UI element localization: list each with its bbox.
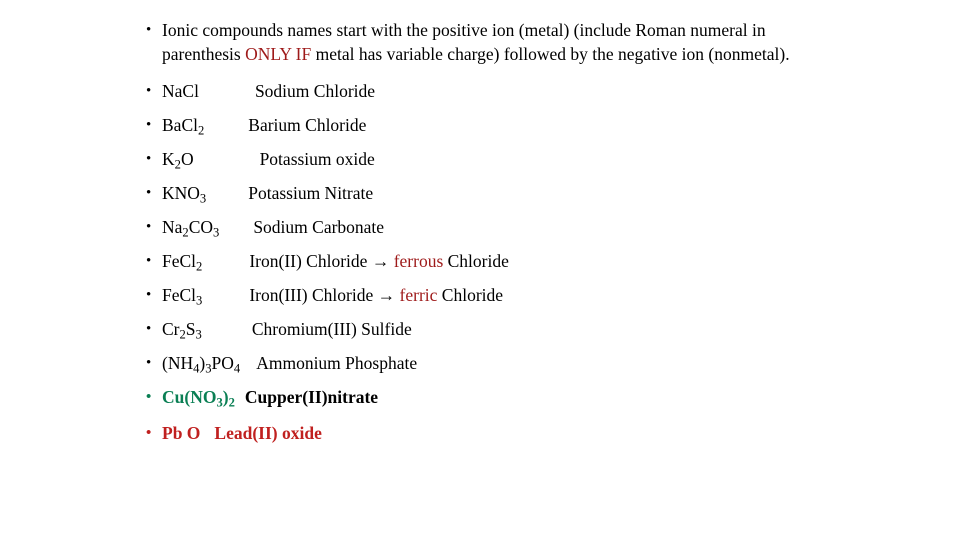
formula-text: BaCl bbox=[162, 115, 198, 135]
slide-canvas: • Ionic compounds names start with the p… bbox=[0, 0, 960, 540]
formula-subscript-mid: 2 bbox=[228, 395, 235, 410]
bullet-marker-icon: • bbox=[146, 22, 152, 38]
common-name-emphasis: ferric bbox=[399, 285, 438, 305]
formula-text: NaCl bbox=[162, 81, 199, 101]
bullet-cr2s3: • Cr2S3 Chromium(III) Sulfide bbox=[140, 317, 840, 341]
bullet-marker-icon: • bbox=[146, 287, 152, 303]
compound-row: BaCl2 Barium Chloride bbox=[162, 113, 840, 137]
formula-na2co3: Na2CO3 bbox=[162, 215, 219, 239]
bullet-marker-icon: • bbox=[146, 185, 152, 201]
bullet-marker-icon: • bbox=[146, 117, 152, 133]
compound-name: Iron(III) Chloride bbox=[249, 285, 374, 305]
formula-cr2s3: Cr2S3 bbox=[162, 317, 202, 341]
compound-row: Cr2S3 Chromium(III) Sulfide bbox=[162, 317, 840, 341]
intro-highlight-only-if: ONLY IF bbox=[245, 44, 312, 64]
bullet-pbo: • Pb O Lead(II) oxide bbox=[140, 421, 840, 445]
bullet-cu-no3-2: • Cu(NO3)2 Cupper(II)nitrate bbox=[140, 385, 840, 409]
slide-content: • Ionic compounds names start with the p… bbox=[140, 18, 840, 455]
compound-row: FeCl3 Iron(III) Chloride → ferric Chlorid… bbox=[162, 283, 840, 307]
formula-k2o: K2O bbox=[162, 147, 194, 171]
bullet-fecl2: • FeCl2 Iron(II) Chloride → ferrous Chlor… bbox=[140, 249, 840, 273]
intro-text-part2: metal has variable charge) followed by t… bbox=[311, 44, 790, 64]
formula-bacl2: BaCl2 bbox=[162, 113, 204, 137]
formula-text: Na bbox=[162, 217, 183, 237]
formula-text-suffix: O bbox=[180, 149, 194, 169]
compound-row: (NH4)3PO4 Ammonium Phosphate bbox=[162, 351, 840, 375]
compound-row: Cu(NO3)2 Cupper(II)nitrate bbox=[162, 385, 840, 409]
compound-name: Potassium Nitrate bbox=[248, 183, 374, 203]
bullet-nh4-3-po4: • (NH4)3PO4 Ammonium Phosphate bbox=[140, 351, 840, 375]
compound-name: Lead(II) oxide bbox=[214, 423, 322, 443]
bullet-marker-icon: • bbox=[146, 321, 152, 337]
compound-name: Cupper(II)nitrate bbox=[244, 387, 379, 407]
compound-name: Chromium(III) Sulfide bbox=[251, 319, 412, 339]
formula-subscript: 2 bbox=[197, 123, 205, 138]
compound-name: Sodium Chloride bbox=[254, 81, 376, 101]
formula-copper-nitrate: Cu(NO3)2 bbox=[162, 385, 235, 409]
compound-name: Ammonium Phosphate bbox=[256, 353, 418, 373]
formula-text: FeCl bbox=[162, 285, 197, 305]
formula-nacl: NaCl bbox=[162, 79, 199, 103]
bullet-marker-icon: • bbox=[146, 151, 152, 167]
formula-subscript-2: 4 bbox=[233, 361, 241, 376]
compound-name: Sodium Carbonate bbox=[253, 217, 385, 237]
formula-subscript: 3 bbox=[196, 293, 203, 308]
formula-subscript: 3 bbox=[199, 191, 207, 206]
formula-kno3: KNO3 bbox=[162, 181, 206, 205]
bullet-na2co3: • Na2CO3 Sodium Carbonate bbox=[140, 215, 840, 239]
bullet-intro: • Ionic compounds names start with the p… bbox=[140, 18, 840, 66]
bullet-nacl: • NaCl Sodium Chloride bbox=[140, 79, 840, 103]
bullet-marker-icon: • bbox=[146, 425, 152, 441]
bullet-k2o: • K2O Potassium oxide bbox=[140, 147, 840, 171]
formula-text: KNO bbox=[162, 183, 200, 203]
formula-subscript-2: 3 bbox=[213, 225, 220, 240]
compound-row: KNO3 Potassium Nitrate bbox=[162, 181, 840, 205]
formula-text-suffix: S bbox=[185, 319, 196, 339]
formula-subscript-2: 3 bbox=[195, 327, 202, 342]
compound-name: Potassium oxide bbox=[259, 149, 375, 169]
formula-text-suffix: PO bbox=[211, 353, 234, 373]
bullet-kno3: • KNO3 Potassium Nitrate bbox=[140, 181, 840, 205]
compound-row: NaCl Sodium Chloride bbox=[162, 79, 840, 103]
formula-text: FeCl bbox=[162, 251, 197, 271]
compound-row: K2O Potassium oxide bbox=[162, 147, 840, 171]
compound-row: Na2CO3 Sodium Carbonate bbox=[162, 215, 840, 239]
bullet-fecl3: • FeCl3 Iron(III) Chloride → ferric Chlor… bbox=[140, 283, 840, 307]
compound-name: Barium Chloride bbox=[248, 115, 367, 135]
compound-row: Pb O Lead(II) oxide bbox=[162, 421, 840, 445]
common-name-tail: Chloride bbox=[447, 251, 509, 271]
formula-text: (NH bbox=[162, 353, 194, 373]
bullet-marker-icon: • bbox=[146, 253, 152, 269]
bullet-marker-icon: • bbox=[146, 83, 152, 99]
formula-subscript: 2 bbox=[196, 259, 203, 274]
bullet-bacl2: • BaCl2 Barium Chloride bbox=[140, 113, 840, 137]
formula-lead-oxide: Pb O bbox=[162, 421, 200, 445]
compound-row: FeCl2 Iron(II) Chloride → ferrous Chlorid… bbox=[162, 249, 840, 273]
bullet-marker-icon: • bbox=[146, 355, 152, 371]
common-name-tail: Chloride bbox=[441, 285, 504, 305]
formula-text: Pb O bbox=[162, 423, 201, 443]
bullet-marker-icon: • bbox=[146, 219, 152, 235]
arrow-icon: → bbox=[371, 251, 390, 271]
formula-text: Cu(NO bbox=[162, 387, 217, 407]
compound-name: Iron(II) Chloride bbox=[249, 251, 368, 271]
arrow-icon: → bbox=[377, 285, 396, 305]
formula-ammonium-phosphate: (NH4)3PO4 bbox=[162, 351, 240, 375]
intro-paragraph: Ionic compounds names start with the pos… bbox=[162, 18, 840, 66]
formula-fecl2: FeCl2 bbox=[162, 249, 202, 273]
formula-text: K bbox=[162, 149, 175, 169]
bullet-marker-icon: • bbox=[146, 389, 152, 405]
formula-text-suffix: CO bbox=[188, 217, 214, 237]
formula-fecl3: FeCl3 bbox=[162, 283, 202, 307]
common-name-emphasis: ferrous bbox=[393, 251, 444, 271]
formula-text: Cr bbox=[162, 319, 180, 339]
